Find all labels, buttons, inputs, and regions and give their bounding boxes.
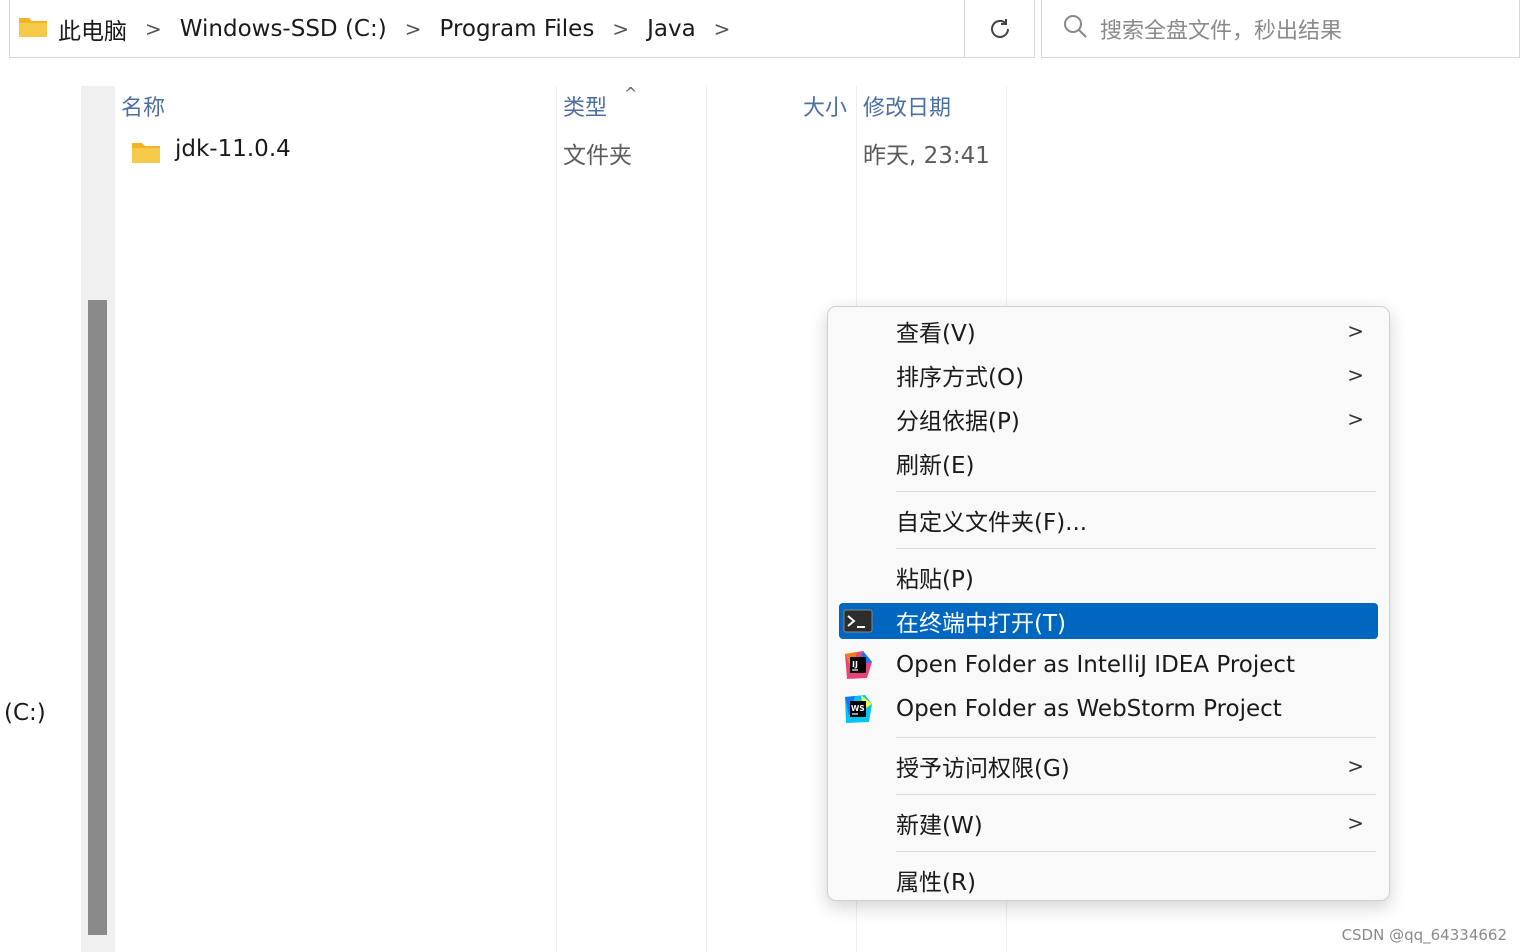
chevron-right-icon: > — [1347, 811, 1364, 835]
refresh-icon — [990, 18, 1009, 38]
menu-item-view[interactable]: 查看(V) > — [839, 313, 1378, 349]
menu-item-open-webstorm[interactable]: WS Open Folder as WebStorm Project — [839, 691, 1378, 727]
webstorm-icon: WS — [845, 695, 872, 723]
menu-item-new[interactable]: 新建(W) > — [839, 805, 1378, 841]
nav-item-c-drive[interactable]: (C:) — [4, 700, 46, 726]
menu-item-open-in-terminal[interactable]: 在终端中打开(T) — [839, 603, 1378, 639]
chevron-right-icon: > — [713, 16, 731, 41]
svg-text:WS: WS — [851, 704, 865, 713]
column-divider[interactable] — [706, 86, 707, 952]
menu-item-properties[interactable]: 属性(R) — [839, 862, 1378, 898]
menu-item-refresh[interactable]: 刷新(E) — [839, 445, 1378, 481]
svg-text:IJ: IJ — [852, 660, 858, 669]
menu-separator — [896, 851, 1376, 852]
chevron-right-icon: > — [1347, 319, 1364, 343]
watermark: CSDN @qq_64334662 — [1341, 926, 1507, 944]
search-placeholder: 搜索全盘文件，秒出结果 — [1100, 18, 1343, 44]
search-box[interactable]: 搜索全盘文件，秒出结果 — [1041, 0, 1520, 58]
column-header-modified[interactable]: 修改日期 — [863, 90, 951, 122]
chevron-right-icon: > — [145, 16, 162, 41]
menu-separator — [896, 491, 1376, 492]
menu-item-open-intellij[interactable]: IJ Open Folder as IntelliJ IDEA Project — [839, 647, 1378, 683]
chevron-right-icon: > — [404, 16, 422, 41]
column-header-type[interactable]: 类型 — [563, 90, 607, 122]
file-modified: 昨天, 23:41 — [863, 143, 990, 169]
refresh-button[interactable] — [965, 0, 1035, 58]
column-header-name[interactable]: 名称 — [121, 90, 165, 122]
address-bar[interactable]: 此电脑 > Windows-SSD (C:) > Program Files >… — [9, 0, 965, 58]
chevron-right-icon: > — [1347, 363, 1364, 387]
nav-scrollbar[interactable] — [81, 86, 115, 952]
chevron-right-icon: > — [1347, 754, 1364, 778]
menu-item-paste[interactable]: 粘贴(P) — [839, 559, 1378, 595]
context-menu: 查看(V) > 排序方式(O) > 分组依据(P) > 刷新(E) 自定义文件夹… — [827, 306, 1390, 901]
file-name[interactable]: jdk-11.0.4 — [175, 136, 291, 162]
menu-item-customize-folder[interactable]: 自定义文件夹(F)... — [839, 502, 1378, 538]
sort-ascending-icon: ^ — [624, 84, 638, 103]
column-divider[interactable] — [556, 86, 557, 952]
folder-icon — [18, 14, 48, 44]
menu-item-group-by[interactable]: 分组依据(P) > — [839, 401, 1378, 437]
menu-item-give-access[interactable]: 授予访问权限(G) > — [839, 748, 1378, 784]
file-type: 文件夹 — [563, 143, 632, 169]
breadcrumb-java[interactable]: Java — [647, 16, 696, 42]
menu-separator — [896, 737, 1376, 738]
breadcrumb-c-drive[interactable]: Windows-SSD (C:) — [180, 16, 387, 42]
menu-separator — [896, 548, 1376, 549]
breadcrumb-separator[interactable]: > — [594, 17, 647, 41]
search-icon — [1062, 13, 1088, 45]
menu-separator — [896, 794, 1376, 795]
scrollbar-thumb[interactable] — [88, 300, 107, 935]
terminal-icon — [843, 609, 873, 633]
column-header-size[interactable]: 大小 — [803, 90, 847, 122]
breadcrumb-expand[interactable]: > — [696, 17, 749, 41]
breadcrumb-program-files[interactable]: Program Files — [439, 16, 594, 42]
menu-item-sort-by[interactable]: 排序方式(O) > — [839, 357, 1378, 393]
intellij-idea-icon: IJ — [845, 651, 872, 679]
breadcrumb-this-pc[interactable]: 此电脑 — [58, 12, 127, 46]
chevron-right-icon: > — [612, 16, 630, 41]
folder-icon — [131, 140, 161, 170]
breadcrumb-separator[interactable]: > — [127, 17, 180, 41]
breadcrumb-separator[interactable]: > — [387, 17, 440, 41]
chevron-right-icon: > — [1347, 407, 1364, 431]
